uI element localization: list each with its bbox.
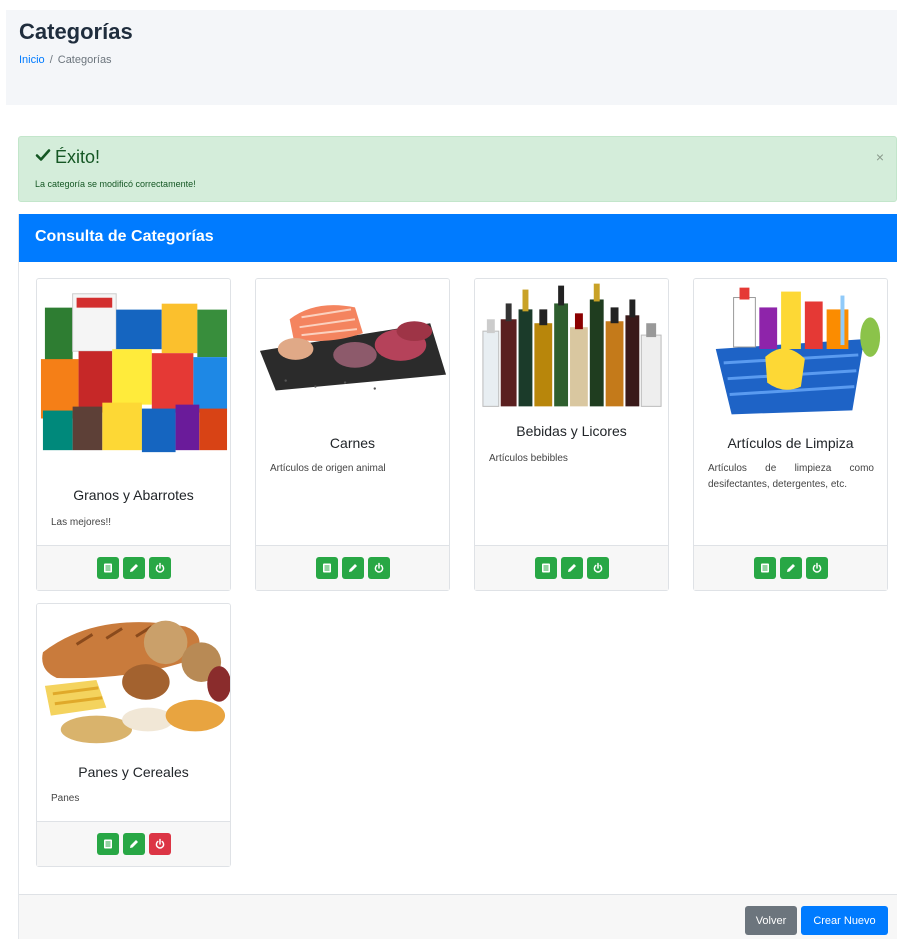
toggle-status-button[interactable] <box>367 557 390 579</box>
alert-title: Éxito! <box>35 147 100 168</box>
check-icon <box>35 147 51 168</box>
alert-close-button[interactable]: × <box>876 149 884 165</box>
category-card: Panes y Cereales Panes <box>36 603 231 867</box>
category-name: Carnes <box>329 435 376 451</box>
toggle-status-button[interactable] <box>805 557 828 579</box>
view-details-button[interactable] <box>534 557 557 579</box>
category-actions <box>37 821 230 866</box>
pencil-icon <box>129 840 138 848</box>
category-actions <box>256 545 449 590</box>
view-details-button[interactable] <box>96 833 119 855</box>
category-card: Artículos de Limpiza Artículos de limpie… <box>693 278 888 591</box>
category-name: Granos y Abarrotes <box>73 487 194 503</box>
category-name: Bebidas y Licores <box>516 423 627 439</box>
toggle-status-button[interactable] <box>148 833 171 855</box>
category-card: Carnes Artículos de origen animal <box>255 278 450 591</box>
page-title: Categorías <box>19 19 133 44</box>
category-description: Artículos de origen animal <box>270 463 386 474</box>
breadcrumb-separator: / <box>49 54 53 66</box>
groceries-image <box>37 279 230 459</box>
category-card: Granos y Abarrotes Las mejores!! <box>36 278 231 591</box>
breadcrumb: Inicio / Categorías <box>19 54 112 66</box>
category-description: Artículos de limpieza como desifectantes… <box>708 463 874 490</box>
power-icon <box>155 562 164 573</box>
category-description: Artículos bebibles <box>489 453 568 464</box>
edit-button[interactable] <box>779 557 802 579</box>
category-actions <box>694 545 887 590</box>
edit-button[interactable] <box>341 557 364 579</box>
pencil-icon <box>129 564 138 572</box>
pencil-icon <box>567 564 576 572</box>
edit-button[interactable] <box>560 557 583 579</box>
edit-button[interactable] <box>122 833 145 855</box>
category-actions <box>475 545 668 590</box>
list-icon <box>760 563 769 573</box>
panel-footer: Volver Crear Nuevo <box>19 894 897 939</box>
view-details-button[interactable] <box>315 557 338 579</box>
create-new-button[interactable]: Crear Nuevo <box>801 906 888 935</box>
power-icon <box>374 562 383 573</box>
power-icon <box>812 562 821 573</box>
bread-image <box>37 604 230 749</box>
cleaning-image <box>694 279 887 419</box>
category-description: Las mejores!! <box>51 517 112 528</box>
edit-button[interactable] <box>122 557 145 579</box>
list-icon <box>103 839 112 849</box>
panel-title: Consulta de Categorías <box>19 214 897 262</box>
category-name: Panes y Cereales <box>78 764 189 780</box>
category-description: Panes <box>51 793 80 804</box>
success-alert: Éxito! La categoría se modificó correcta… <box>18 136 897 202</box>
power-icon <box>593 562 602 573</box>
toggle-status-button[interactable] <box>148 557 171 579</box>
power-icon <box>155 838 164 849</box>
pencil-icon <box>348 564 357 572</box>
category-card: Bebidas y Licores Artículos bebibles <box>474 278 669 591</box>
categories-panel: Consulta de Categorías Granos y Abarrote… <box>18 214 897 939</box>
toggle-status-button[interactable] <box>586 557 609 579</box>
breadcrumb-current: Categorías <box>57 54 112 66</box>
list-icon <box>541 563 550 573</box>
alert-message: La categoría se modificó correctamente! <box>35 179 196 189</box>
category-name: Artículos de Limpiza <box>727 435 854 451</box>
list-icon <box>322 563 331 573</box>
alert-title-text: Éxito! <box>55 147 101 167</box>
back-button[interactable]: Volver <box>745 906 797 935</box>
list-icon <box>103 563 112 573</box>
category-actions <box>37 545 230 590</box>
view-details-button[interactable] <box>753 557 776 579</box>
breadcrumb-home-link[interactable]: Inicio <box>19 54 45 66</box>
view-details-button[interactable] <box>96 557 119 579</box>
bottles-image <box>475 279 668 411</box>
pencil-icon <box>786 564 795 572</box>
meat-image <box>256 279 449 409</box>
page-header: Categorías Inicio / Categorías <box>6 10 897 105</box>
